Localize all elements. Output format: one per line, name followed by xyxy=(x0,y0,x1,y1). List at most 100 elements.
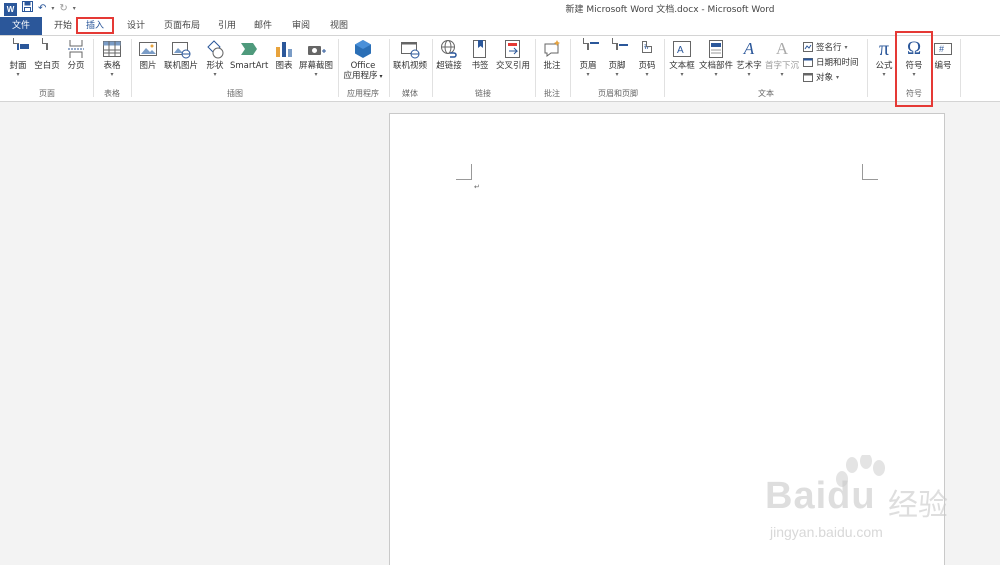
chevron-down-icon: ▾ xyxy=(213,71,217,78)
group-label-comments: 批注 xyxy=(544,89,560,98)
header-button[interactable]: 页眉 ▾ xyxy=(575,38,601,79)
tab-home[interactable]: 开始 xyxy=(50,17,76,35)
page-number-icon: # xyxy=(642,41,652,53)
tab-mailings[interactable]: 邮件 xyxy=(250,17,276,35)
cover-page-button[interactable]: 封面 ▾ xyxy=(4,38,32,79)
screenshot-button[interactable]: 屏幕截图 ▾ xyxy=(298,39,334,79)
page-break-icon xyxy=(66,39,86,59)
watermark-brand: Baidu xyxy=(765,475,876,517)
blank-page-button[interactable]: 空白页 xyxy=(33,38,61,71)
picture-button[interactable]: 图片 xyxy=(136,39,160,71)
comment-icon xyxy=(542,39,562,59)
chevron-down-icon: ▾ xyxy=(844,43,848,51)
drop-cap-icon: A xyxy=(775,39,789,58)
quick-parts-icon xyxy=(706,39,726,59)
group-label-pages: 页面 xyxy=(39,89,55,98)
tab-references[interactable]: 引用 xyxy=(214,17,240,35)
chart-button[interactable]: 图表 xyxy=(272,39,296,71)
cover-page-icon xyxy=(8,38,29,59)
group-separator xyxy=(535,39,536,97)
svg-text:#: # xyxy=(939,44,944,54)
online-video-icon xyxy=(400,39,420,59)
online-video-button[interactable]: 联机视频 xyxy=(391,39,429,71)
tab-view[interactable]: 视图 xyxy=(326,17,352,35)
screenshot-icon xyxy=(306,39,326,59)
margin-corner-top-left xyxy=(456,164,472,180)
group-label-media: 媒体 xyxy=(402,89,418,98)
drop-cap-button[interactable]: A 首字下沉 ▾ xyxy=(764,39,800,79)
chevron-down-icon: ▾ xyxy=(836,73,840,81)
online-picture-icon xyxy=(171,39,191,59)
chevron-down-icon: ▾ xyxy=(882,71,886,78)
chart-icon xyxy=(274,39,294,59)
group-separator xyxy=(93,39,94,97)
tab-insert[interactable]: 插入 xyxy=(76,17,114,34)
group-separator xyxy=(338,39,339,97)
hyperlink-button[interactable]: 超链接 xyxy=(435,39,463,71)
quick-parts-button[interactable]: 文档部件 ▾ xyxy=(698,39,734,79)
tab-design[interactable]: 设计 xyxy=(122,17,150,35)
tab-review[interactable]: 审阅 xyxy=(288,17,314,35)
chevron-down-icon: ▾ xyxy=(645,71,649,78)
text-box-button[interactable]: A 文本框 ▾ xyxy=(668,39,696,79)
date-time-button[interactable]: 日期和时间 xyxy=(803,56,859,68)
tab-page-layout[interactable]: 页面布局 xyxy=(160,17,204,35)
hyperlink-icon xyxy=(439,39,459,59)
cross-reference-button[interactable]: 交叉引用 xyxy=(494,39,532,71)
group-separator xyxy=(570,39,571,97)
smartart-button[interactable]: SmartArt xyxy=(230,39,268,71)
title-bar: W ↶ ▾ ↻ ▾ 新建 Microsoft Word 文档.docx - Mi… xyxy=(0,0,1000,17)
symbol-highlight-box xyxy=(895,31,933,107)
chevron-down-icon: ▾ xyxy=(615,71,619,78)
margin-corner-top-right xyxy=(862,164,878,180)
group-label-text: 文本 xyxy=(758,89,774,98)
group-separator xyxy=(432,39,433,97)
group-label-illustrations: 插图 xyxy=(227,89,243,98)
watermark-url: jingyan.baidu.com xyxy=(770,524,883,540)
table-button[interactable]: 表格 ▾ xyxy=(98,39,126,79)
group-separator xyxy=(664,39,665,97)
cross-reference-icon xyxy=(503,39,523,59)
signature-line-button[interactable]: 签名行 ▾ xyxy=(803,41,848,53)
shapes-button[interactable]: 形状 ▾ xyxy=(203,39,227,79)
object-button[interactable]: 对象 ▾ xyxy=(803,71,839,83)
chevron-down-icon: ▾ xyxy=(747,71,751,78)
page-break-button[interactable]: 分页 xyxy=(63,39,89,71)
table-icon xyxy=(102,39,122,59)
header-icon xyxy=(578,38,599,59)
bookmark-button[interactable]: 书签 xyxy=(468,39,492,71)
online-picture-button[interactable]: 联机图片 xyxy=(163,39,199,71)
new-comment-button[interactable]: 批注 xyxy=(538,39,566,71)
date-time-icon xyxy=(803,57,813,67)
object-icon xyxy=(803,72,813,82)
bookmark-icon xyxy=(470,39,490,59)
number-button[interactable]: # 编号 xyxy=(932,39,954,71)
group-separator xyxy=(131,39,132,97)
chevron-down-icon: ▾ xyxy=(16,71,20,78)
chevron-down-icon: ▾ xyxy=(714,71,718,78)
chevron-down-icon: ▾ xyxy=(780,71,784,78)
equation-button[interactable]: π 公式 ▾ xyxy=(871,39,897,79)
chevron-down-icon: ▾ xyxy=(314,71,318,78)
chevron-down-icon: ▾ xyxy=(680,71,684,78)
blank-page-icon xyxy=(37,38,57,59)
wordart-button[interactable]: A 艺术字 ▾ xyxy=(736,39,762,79)
tab-file[interactable]: 文件 xyxy=(0,17,42,35)
group-label-header-footer: 页眉和页脚 xyxy=(598,89,638,98)
office-store-icon xyxy=(353,39,373,59)
chevron-down-icon: ▾ xyxy=(586,71,590,78)
pi-icon: π xyxy=(878,38,890,60)
footer-button[interactable]: 页脚 ▾ xyxy=(604,38,630,79)
signature-line-icon xyxy=(803,42,813,52)
page-number-button[interactable]: # 页码 ▾ xyxy=(634,39,660,79)
window-title: 新建 Microsoft Word 文档.docx - Microsoft Wo… xyxy=(565,5,775,15)
wordart-icon: A xyxy=(743,39,755,58)
chevron-down-icon: ▾ xyxy=(110,71,114,78)
footer-icon xyxy=(607,38,628,59)
shapes-icon xyxy=(205,39,225,59)
picture-icon xyxy=(138,39,158,59)
office-apps-button[interactable]: Office 应用程序 ▾ xyxy=(341,39,385,82)
group-label-links: 链接 xyxy=(475,89,491,98)
paragraph-mark: ↵ xyxy=(474,183,480,191)
ribbon-insert: 封面 ▾ 空白页 分页 页面 表格 ▾ 表格 图片 联机图片 形状 ▾ Smar… xyxy=(0,35,1000,102)
